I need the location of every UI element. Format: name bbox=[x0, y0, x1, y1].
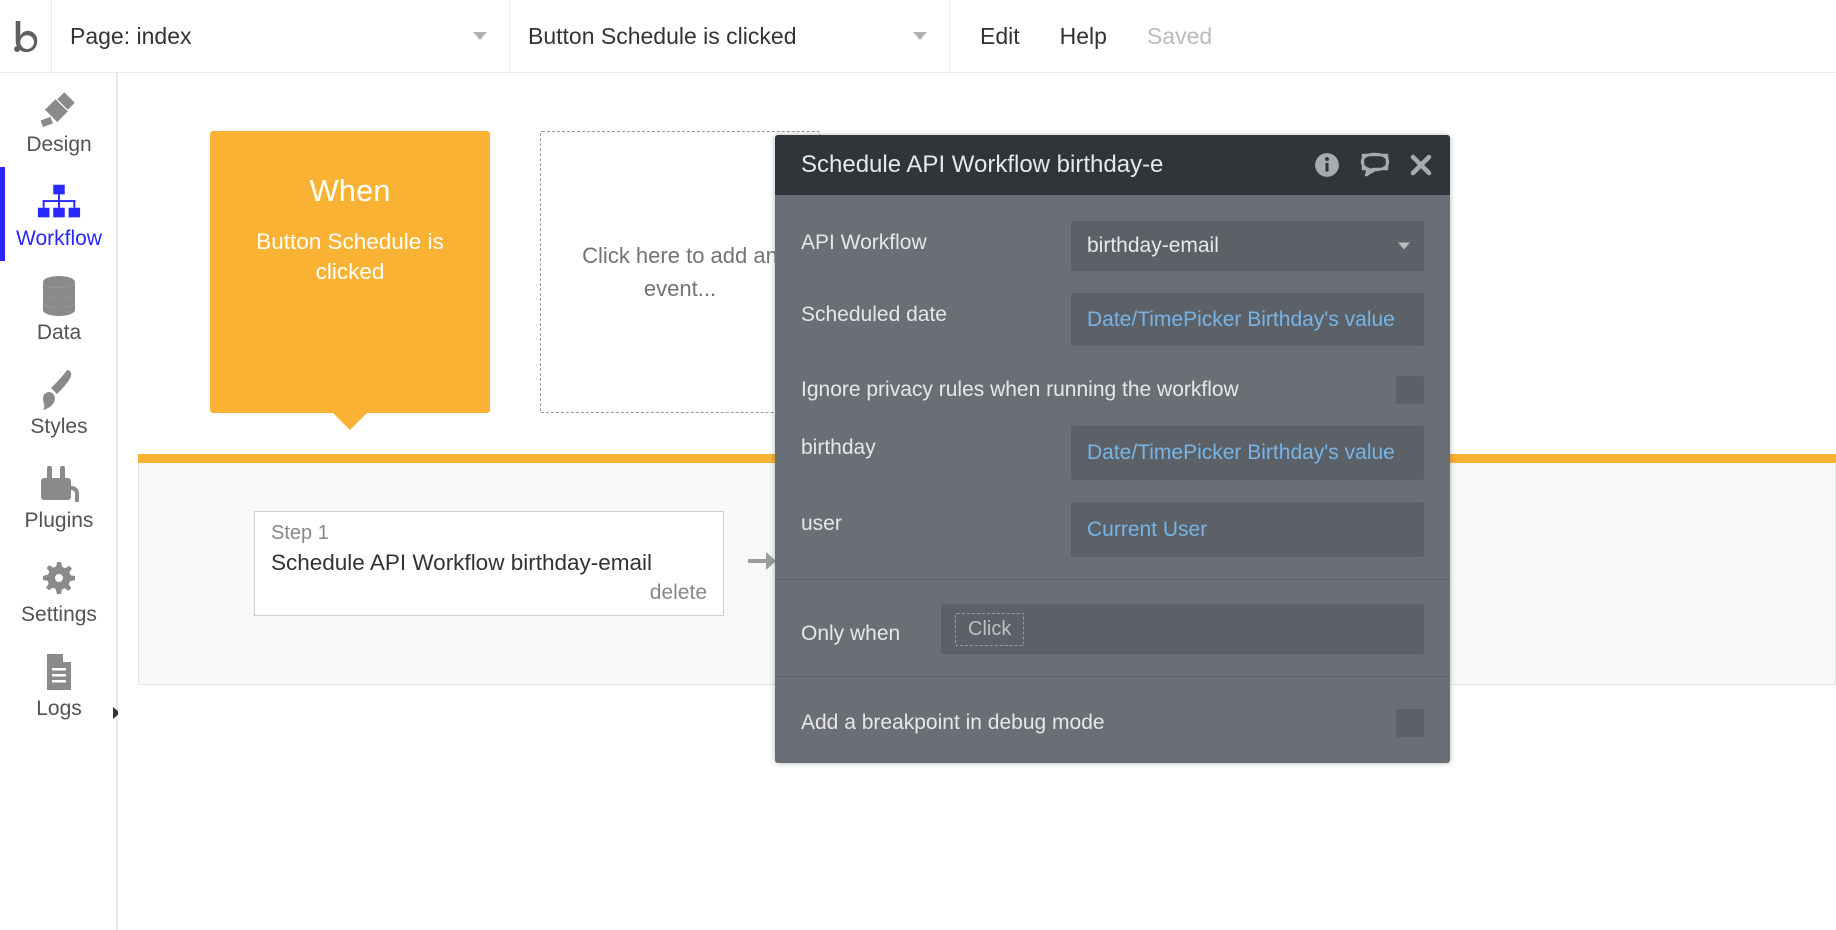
element-dropdown[interactable]: Button Schedule is clicked bbox=[510, 0, 950, 72]
sidebar-item-label: Styles bbox=[0, 415, 118, 439]
user-expression[interactable]: Current User bbox=[1071, 502, 1424, 557]
arrow-right-icon bbox=[748, 549, 776, 578]
sidebar-item-styles[interactable]: Styles bbox=[0, 355, 118, 449]
comment-icon[interactable] bbox=[1360, 152, 1390, 178]
step-number: Step 1 bbox=[271, 522, 707, 545]
sidebar-item-design[interactable]: Design bbox=[0, 73, 118, 167]
prop-label-scheduled-date: Scheduled date bbox=[801, 293, 1071, 327]
chevron-down-icon bbox=[913, 32, 927, 40]
menu-edit[interactable]: Edit bbox=[980, 23, 1020, 50]
sidebar-item-label: Logs bbox=[0, 697, 118, 721]
gear-icon bbox=[0, 557, 118, 599]
scheduled-date-value: Date/TimePicker Birthday's value bbox=[1087, 308, 1395, 331]
sidebar-item-label: Settings bbox=[0, 603, 118, 627]
sidebar-item-label: Workflow bbox=[0, 227, 118, 251]
event-card[interactable]: When Button Schedule is clicked bbox=[210, 131, 490, 413]
sidebar-item-data[interactable]: Data bbox=[0, 261, 118, 355]
property-panel[interactable]: Schedule API Workflow birthday-e API Wor… bbox=[775, 135, 1450, 763]
user-value: Current User bbox=[1087, 518, 1207, 541]
sidebar-item-logs[interactable]: Logs bbox=[0, 637, 118, 731]
event-card-title: When bbox=[210, 173, 490, 209]
plugin-icon bbox=[0, 463, 118, 505]
document-icon bbox=[0, 651, 118, 693]
element-dropdown-label: Button Schedule is clicked bbox=[528, 23, 797, 50]
divider bbox=[775, 579, 1450, 580]
birthday-value: Date/TimePicker Birthday's value bbox=[1087, 441, 1395, 464]
info-icon[interactable] bbox=[1314, 152, 1340, 178]
workflow-icon bbox=[0, 181, 118, 223]
sidebar-item-label: Design bbox=[0, 133, 118, 157]
sidebar-item-settings[interactable]: Settings bbox=[0, 543, 118, 637]
left-sidebar: Design Workflow Data Styles Plugins Sett… bbox=[0, 73, 118, 930]
saved-status: Saved bbox=[1147, 23, 1212, 50]
api-workflow-select[interactable]: birthday-email bbox=[1071, 221, 1424, 271]
sidebar-item-workflow[interactable]: Workflow bbox=[0, 167, 118, 261]
prop-label-api-workflow: API Workflow bbox=[801, 221, 1071, 255]
prop-label-breakpoint: Add a breakpoint in debug mode bbox=[801, 701, 1396, 735]
database-icon bbox=[0, 275, 118, 317]
step-card[interactable]: Step 1 Schedule API Workflow birthday-em… bbox=[254, 511, 724, 616]
top-bar: Page: index Button Schedule is clicked E… bbox=[0, 0, 1836, 73]
page-dropdown[interactable]: Page: index bbox=[52, 0, 510, 72]
breakpoint-checkbox[interactable] bbox=[1396, 709, 1424, 737]
property-panel-title: Schedule API Workflow birthday-e bbox=[801, 151, 1314, 179]
step-title: Schedule API Workflow birthday-email bbox=[271, 548, 707, 577]
prop-label-birthday: birthday bbox=[801, 426, 1071, 460]
sidebar-item-label: Plugins bbox=[0, 509, 118, 533]
birthday-expression[interactable]: Date/TimePicker Birthday's value bbox=[1071, 426, 1424, 479]
prop-label-user: user bbox=[801, 502, 1071, 536]
menu-help[interactable]: Help bbox=[1060, 23, 1107, 50]
only-when-expression[interactable]: Click bbox=[941, 604, 1424, 654]
api-workflow-value: birthday-email bbox=[1087, 234, 1219, 258]
property-panel-header[interactable]: Schedule API Workflow birthday-e bbox=[775, 135, 1450, 195]
ignore-privacy-checkbox[interactable] bbox=[1396, 376, 1424, 404]
brush-icon bbox=[0, 369, 118, 411]
scheduled-date-expression[interactable]: Date/TimePicker Birthday's value bbox=[1071, 293, 1424, 346]
chevron-down-icon bbox=[1398, 243, 1410, 250]
bubble-logo-icon bbox=[12, 21, 40, 53]
top-menu: Edit Help Saved bbox=[950, 0, 1212, 72]
sidebar-item-label: Data bbox=[0, 321, 118, 345]
sidebar-item-plugins[interactable]: Plugins bbox=[0, 449, 118, 543]
prop-label-only-when: Only when bbox=[801, 612, 941, 646]
prop-label-ignore-privacy: Ignore privacy rules when running the wo… bbox=[801, 368, 1396, 402]
page-dropdown-label: Page: index bbox=[70, 23, 191, 50]
divider bbox=[775, 676, 1450, 677]
chevron-down-icon bbox=[473, 32, 487, 40]
only-when-chip: Click bbox=[955, 613, 1024, 646]
close-icon[interactable] bbox=[1410, 154, 1432, 176]
step-delete-link[interactable]: delete bbox=[271, 581, 707, 605]
design-icon bbox=[0, 87, 118, 129]
app-logo[interactable] bbox=[0, 0, 52, 73]
event-card-desc: Button Schedule is clicked bbox=[210, 227, 490, 288]
